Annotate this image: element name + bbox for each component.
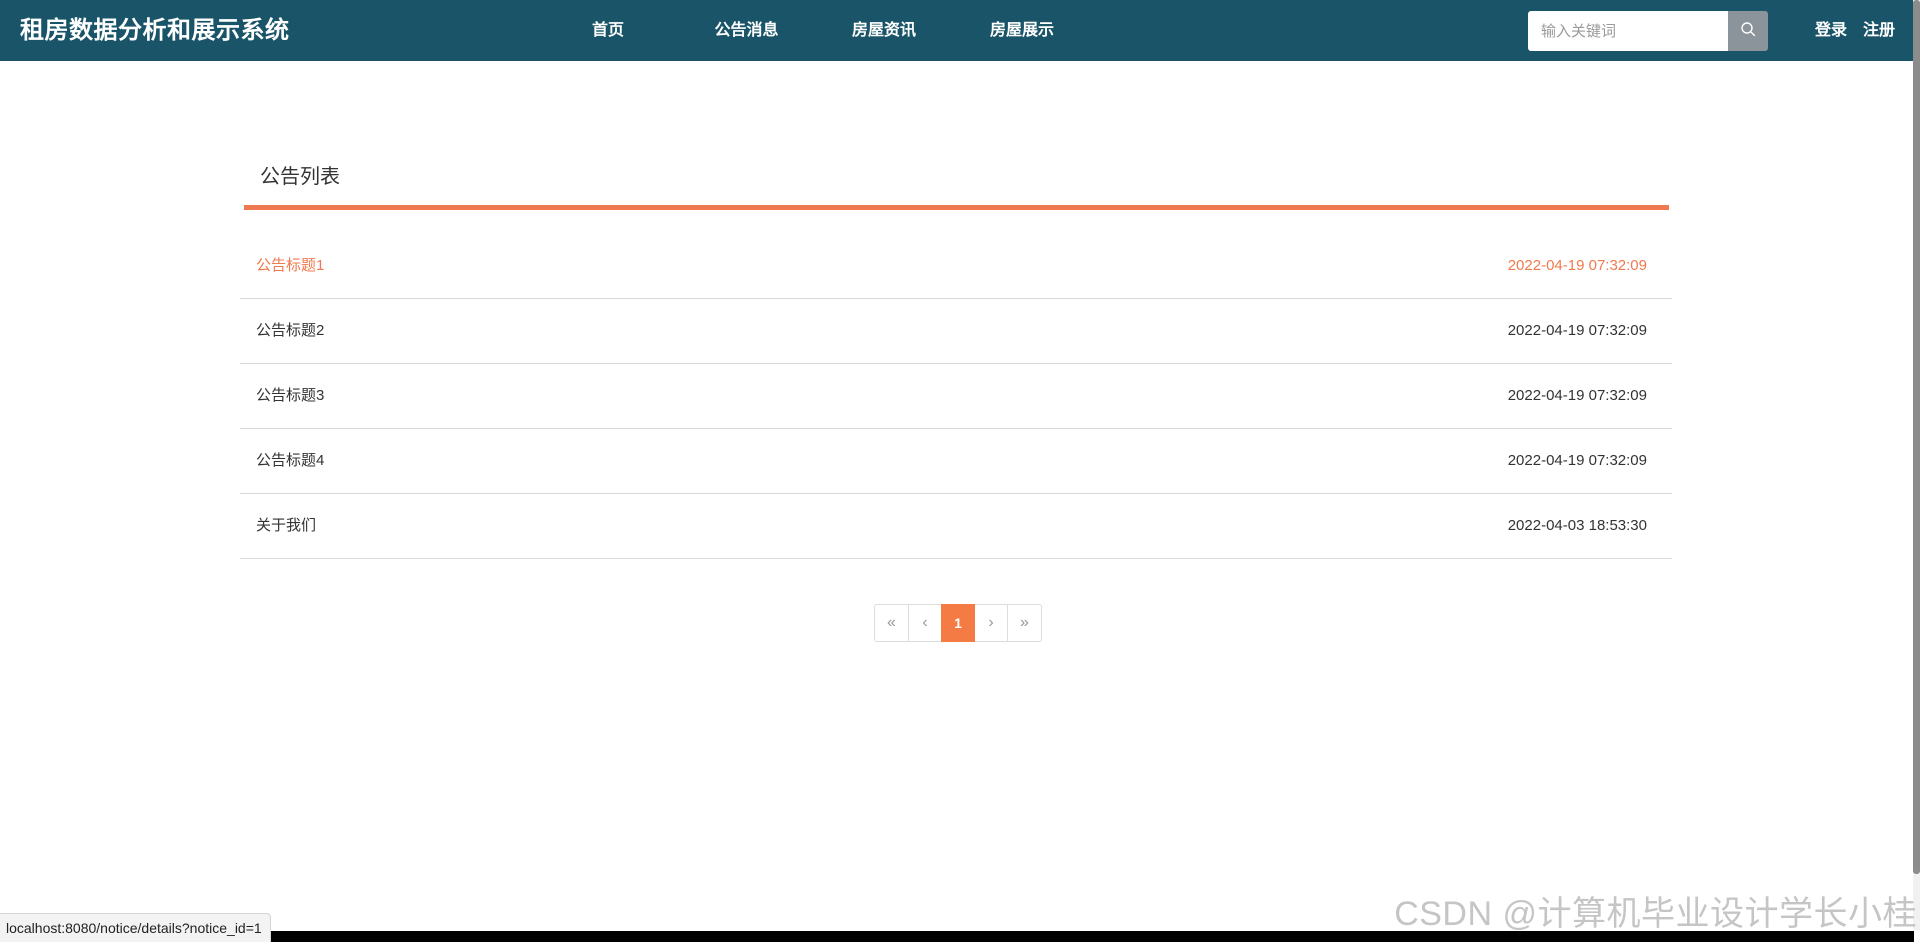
first-page-button[interactable]: « xyxy=(874,604,909,642)
notice-row[interactable]: 公告标题1 2022-04-19 07:32:09 xyxy=(240,234,1672,299)
search-icon xyxy=(1740,21,1756,42)
top-navbar: 租房数据分析和展示系统 首页 公告消息 房屋资讯 房屋展示 登录 注册 xyxy=(0,0,1914,61)
nav-item-house-news[interactable]: 房屋资讯 xyxy=(834,0,934,61)
notice-row[interactable]: 公告标题3 2022-04-19 07:32:09 xyxy=(240,364,1672,429)
bottom-strip xyxy=(0,931,1914,942)
page: 租房数据分析和展示系统 首页 公告消息 房屋资讯 房屋展示 登录 注册 xyxy=(0,0,1920,942)
notice-time: 2022-04-19 07:32:09 xyxy=(1507,387,1647,404)
notice-title[interactable]: 公告标题4 xyxy=(256,429,324,493)
notice-title[interactable]: 公告标题1 xyxy=(256,234,324,298)
site-title[interactable]: 租房数据分析和展示系统 xyxy=(20,0,290,61)
notice-title[interactable]: 关于我们 xyxy=(256,494,316,558)
search-input[interactable] xyxy=(1528,11,1728,51)
search-button[interactable] xyxy=(1728,11,1768,51)
notice-time: 2022-04-19 07:32:09 xyxy=(1507,322,1647,339)
nav-item-notices[interactable]: 公告消息 xyxy=(696,0,797,61)
nav-item-home[interactable]: 首页 xyxy=(560,0,656,61)
nav-item-house-display[interactable]: 房屋展示 xyxy=(972,0,1072,61)
notice-time: 2022-04-19 07:32:09 xyxy=(1507,452,1647,469)
pagination: « ‹ 1 › » xyxy=(874,604,1042,642)
notice-list: 公告标题1 2022-04-19 07:32:09 公告标题2 2022-04-… xyxy=(240,234,1672,559)
notice-row[interactable]: 公告标题4 2022-04-19 07:32:09 xyxy=(240,429,1672,494)
section-title-underline xyxy=(244,205,1669,210)
notice-title[interactable]: 公告标题2 xyxy=(256,299,324,363)
last-page-button[interactable]: » xyxy=(1007,604,1042,642)
register-link[interactable]: 注册 xyxy=(1863,0,1895,61)
login-link[interactable]: 登录 xyxy=(1815,0,1847,61)
search-box xyxy=(1528,11,1768,51)
notice-row[interactable]: 关于我们 2022-04-03 18:53:30 xyxy=(240,494,1672,559)
status-bar-url: localhost:8080/notice/details?notice_id=… xyxy=(0,913,271,942)
page-number-current[interactable]: 1 xyxy=(941,604,975,642)
notice-title[interactable]: 公告标题3 xyxy=(256,364,324,428)
scrollbar-thumb[interactable] xyxy=(1913,0,1920,874)
watermark: CSDN @计算机毕业设计学长小桂 xyxy=(1394,895,1917,933)
notice-time: 2022-04-19 07:32:09 xyxy=(1507,257,1647,274)
section-title: 公告列表 xyxy=(260,166,340,188)
notice-time: 2022-04-03 18:53:30 xyxy=(1507,517,1647,534)
main-nav: 首页 公告消息 房屋资讯 房屋展示 xyxy=(560,0,1072,61)
next-page-button[interactable]: › xyxy=(974,604,1008,642)
prev-page-button[interactable]: ‹ xyxy=(908,604,942,642)
notice-row[interactable]: 公告标题2 2022-04-19 07:32:09 xyxy=(240,299,1672,364)
